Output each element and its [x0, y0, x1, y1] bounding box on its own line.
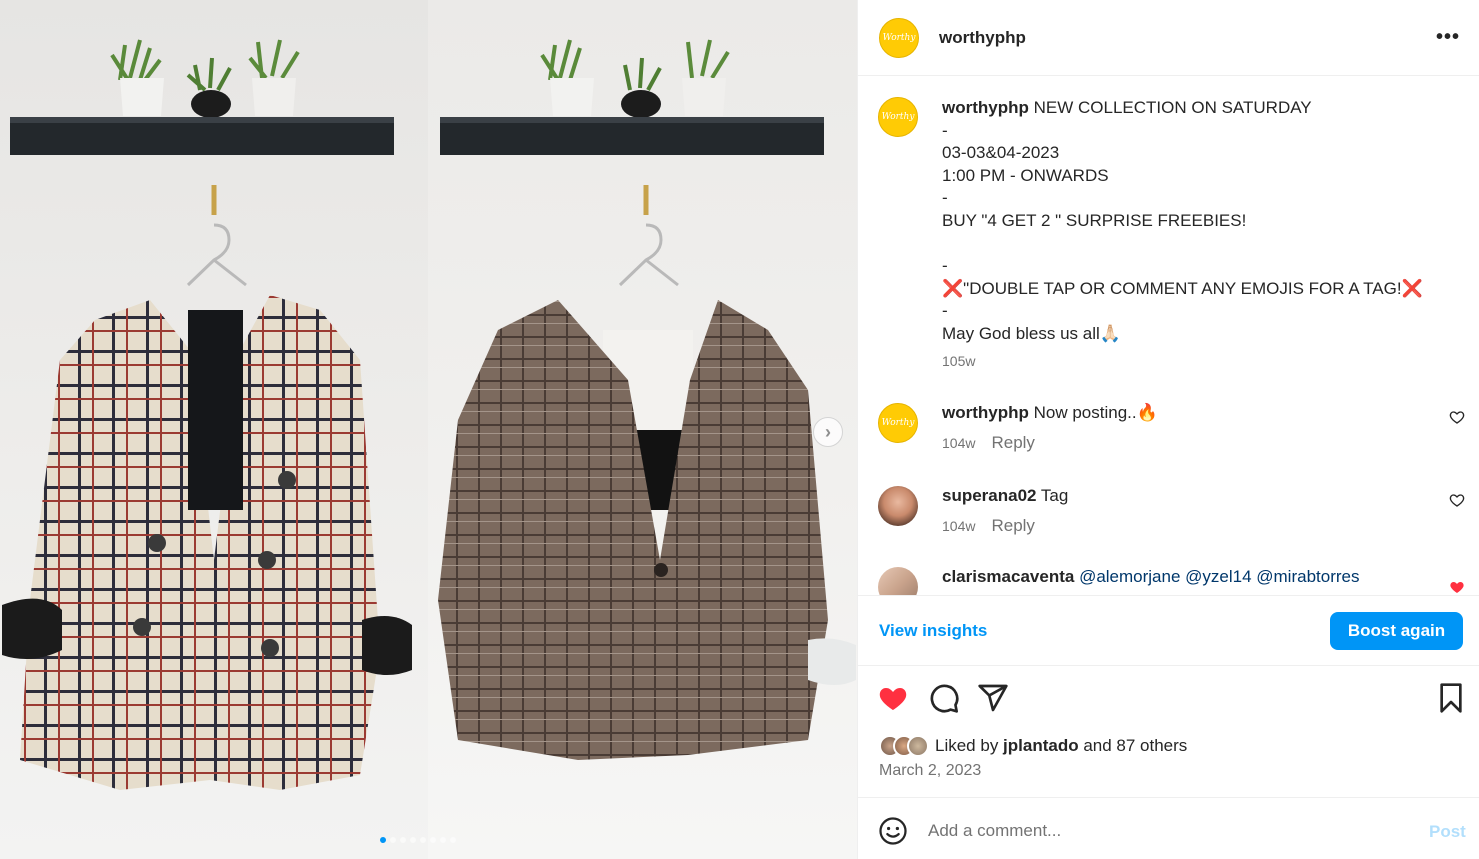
comment-text: superana02 Tag — [942, 486, 1068, 506]
heart-filled-icon[interactable] — [877, 682, 909, 714]
comment-timestamp[interactable]: 104w — [942, 518, 975, 534]
comment-input[interactable] — [928, 818, 1398, 844]
comment-body: Tag — [1040, 486, 1069, 505]
bookmark-icon[interactable] — [1435, 682, 1467, 714]
profile-avatar[interactable]: Worthy — [879, 18, 919, 58]
comment-mentions[interactable]: @alemorjane @yzel14 @mirabtorres — [1079, 567, 1359, 586]
caption: worthyphp NEW COLLECTION ON SATURDAY - 0… — [942, 97, 1442, 346]
comments-list[interactable]: Worthy worthyphp NEW COLLECTION ON SATUR… — [858, 77, 1479, 595]
post-sidebar: Worthy worthyphp ••• Worthy worthyphp NE… — [857, 0, 1479, 859]
smiley-icon[interactable] — [878, 816, 908, 846]
comment-avatar[interactable] — [878, 567, 918, 595]
carousel-dot — [420, 837, 426, 843]
brand-logo: Worthy — [882, 33, 916, 43]
likes-prefix: Liked by — [935, 736, 1004, 755]
share-icon[interactable] — [977, 682, 1009, 714]
comment-icon[interactable] — [928, 682, 960, 714]
insights-bar: View insights Boost again — [858, 595, 1479, 666]
brand-logo: Worthy — [881, 112, 915, 122]
view-insights-link[interactable]: View insights — [879, 621, 987, 641]
carousel-dot — [450, 837, 456, 843]
comment-heart-filled-icon[interactable] — [1449, 579, 1465, 595]
carousel-dot — [400, 837, 406, 843]
likes-summary[interactable]: Liked by jplantado and 87 others — [879, 734, 1187, 758]
carousel-dot — [390, 837, 396, 843]
brand-logo: Worthy — [881, 418, 915, 428]
comment-timestamp[interactable]: 104w — [942, 435, 975, 451]
comment-avatar[interactable]: Worthy — [878, 403, 918, 443]
chevron-right-icon: › — [825, 421, 831, 442]
comment-row: superana02 Tag 104w Reply — [858, 486, 1479, 546]
post-header: Worthy worthyphp ••• — [858, 0, 1479, 76]
header-username[interactable]: worthyphp — [939, 28, 1026, 48]
add-comment-bar: Post — [858, 797, 1479, 859]
caption-username[interactable]: worthyphp — [942, 98, 1029, 117]
media-image-right — [428, 0, 857, 859]
comment-username[interactable]: clarismacaventa — [942, 567, 1074, 586]
comment-heart-icon[interactable] — [1449, 492, 1465, 508]
reply-button[interactable]: Reply — [991, 433, 1034, 453]
more-horizontal-icon[interactable]: ••• — [1436, 27, 1460, 47]
reply-button[interactable]: Reply — [991, 516, 1034, 536]
carousel-dot — [410, 837, 416, 843]
likes-user[interactable]: jplantado — [1003, 736, 1079, 755]
media-image-left — [0, 0, 428, 859]
comment-row: clarismacaventa @alemorjane @yzel14 @mir… — [858, 567, 1479, 595]
liker-avatar — [907, 735, 929, 757]
post-comment-button[interactable]: Post — [1429, 822, 1466, 842]
comment-row: Worthy worthyphp Now posting..🔥 104w Rep… — [858, 403, 1479, 463]
comment-meta: 104w Reply — [942, 433, 1035, 453]
comment-username[interactable]: superana02 — [942, 486, 1037, 505]
comment-meta: 104w Reply — [942, 516, 1035, 536]
carousel-dot — [380, 837, 386, 843]
comment-heart-icon[interactable] — [1449, 409, 1465, 425]
comment-body: Now posting..🔥 — [1033, 403, 1158, 422]
caption-avatar[interactable]: Worthy — [878, 97, 918, 137]
likes-suffix[interactable]: and 87 others — [1079, 736, 1187, 755]
carousel-dot — [430, 837, 436, 843]
comment-text: worthyphp Now posting..🔥 — [942, 403, 1158, 423]
comment-text: clarismacaventa @alemorjane @yzel14 @mir… — [942, 567, 1360, 587]
caption-body: NEW COLLECTION ON SATURDAY - 03-03&04-20… — [942, 98, 1423, 343]
carousel-dots — [380, 837, 456, 843]
boost-again-button[interactable]: Boost again — [1330, 612, 1463, 650]
post-date: March 2, 2023 — [879, 762, 982, 779]
post-actions — [858, 666, 1479, 730]
next-slide-button[interactable]: › — [813, 417, 843, 447]
comment-username[interactable]: worthyphp — [942, 403, 1029, 422]
post-media[interactable]: › — [0, 0, 857, 859]
caption-timestamp[interactable]: 105w — [942, 353, 975, 369]
carousel-dot — [440, 837, 446, 843]
likes-text: Liked by jplantado and 87 others — [935, 736, 1187, 756]
comment-avatar[interactable] — [878, 486, 918, 526]
